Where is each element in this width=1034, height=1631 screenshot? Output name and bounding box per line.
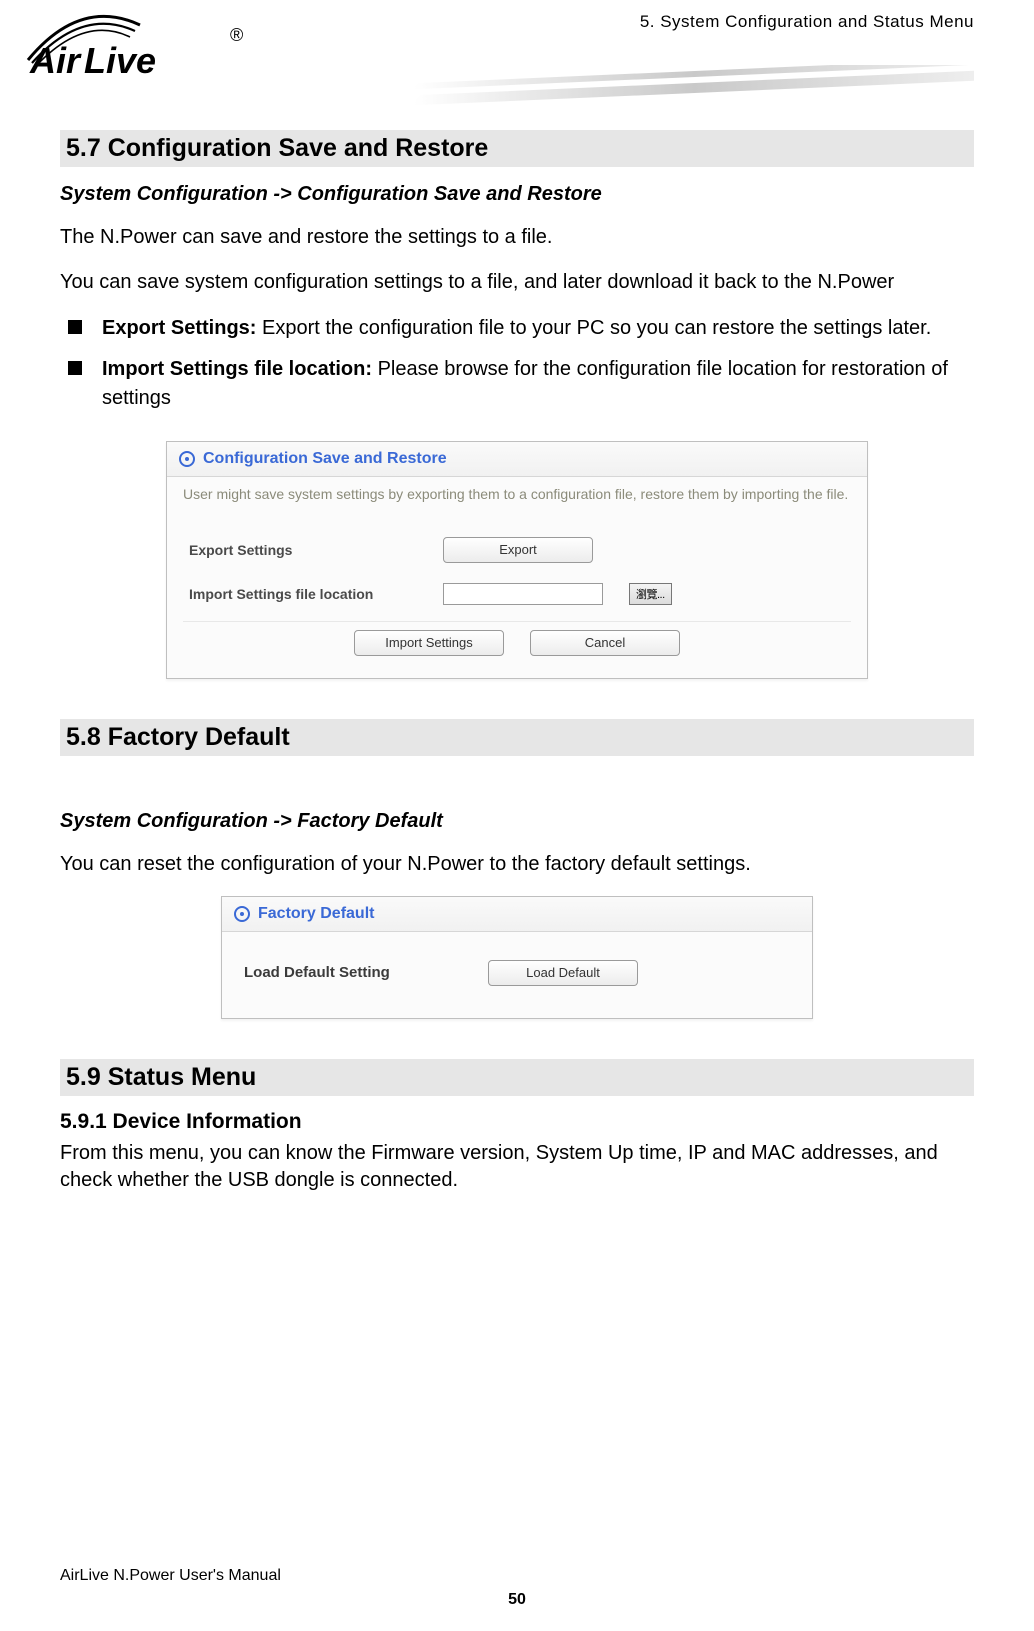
paragraph: The N.Power can save and restore the set…: [60, 224, 974, 251]
gear-icon: [179, 451, 195, 467]
panel-title: Configuration Save and Restore: [203, 450, 447, 468]
paragraph: You can save system configuration settin…: [60, 269, 974, 296]
cancel-button[interactable]: Cancel: [530, 630, 680, 656]
footer-page-number: 50: [60, 1591, 974, 1609]
page-footer: AirLive N.Power User's Manual 50: [60, 1567, 974, 1585]
page-chapter: 5. System Configuration and Status Menu: [640, 12, 974, 32]
section-heading-57: 5.7 Configuration Save and Restore: [60, 130, 974, 167]
import-file-input[interactable]: [443, 583, 603, 605]
list-item-label: Import Settings file location:: [102, 358, 372, 380]
load-default-label: Load Default Setting: [244, 964, 464, 981]
paragraph: You can reset the configuration of your …: [60, 851, 974, 878]
import-settings-label: Import Settings file location: [189, 586, 419, 602]
gear-icon: [234, 906, 250, 922]
load-default-button[interactable]: Load Default: [488, 960, 638, 986]
config-save-restore-panel: Configuration Save and Restore User migh…: [166, 441, 868, 679]
paragraph: From this menu, you can know the Firmwar…: [60, 1140, 974, 1194]
export-button[interactable]: Export: [443, 537, 593, 563]
brand-logo: AirLive ®: [20, 5, 260, 85]
panel-hint: User might save system settings by expor…: [167, 477, 867, 517]
breadcrumb-58: System Configuration -> Factory Default: [60, 810, 974, 833]
list-item: Export Settings: Export the configuratio…: [60, 314, 974, 343]
list-item: Import Settings file location: Please br…: [60, 355, 974, 413]
list-item-label: Export Settings:: [102, 317, 256, 339]
export-settings-label: Export Settings: [189, 542, 419, 558]
breadcrumb-57: System Configuration -> Configuration Sa…: [60, 183, 974, 206]
panel-title: Factory Default: [258, 905, 374, 923]
section-heading-58: 5.8 Factory Default: [60, 719, 974, 756]
svg-text:®: ®: [230, 25, 243, 45]
browse-button[interactable]: 瀏覽...: [629, 583, 672, 605]
list-item-text: Export the configuration file to your PC…: [256, 317, 931, 339]
import-settings-button[interactable]: Import Settings: [354, 630, 504, 656]
factory-default-panel: Factory Default Load Default Setting Loa…: [221, 896, 813, 1019]
svg-text:AirLive: AirLive: [29, 40, 156, 81]
header-decoration: [414, 65, 974, 105]
subsection-heading-591: 5.9.1 Device Information: [60, 1110, 974, 1134]
section-heading-59: 5.9 Status Menu: [60, 1059, 974, 1096]
footer-manual-name: AirLive N.Power User's Manual: [60, 1567, 974, 1585]
